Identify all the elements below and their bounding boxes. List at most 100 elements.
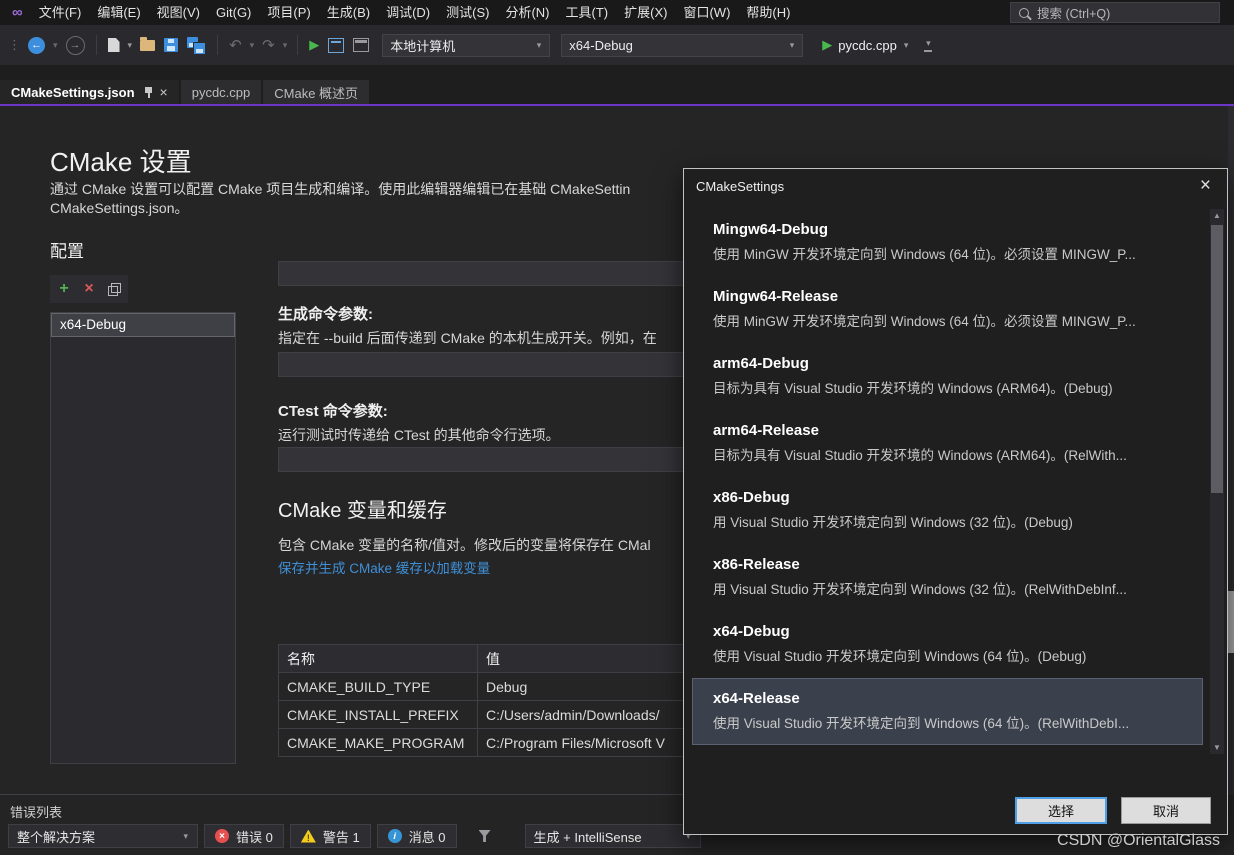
menu-project[interactable]: 项目(P) [259, 0, 318, 25]
run-icon[interactable] [307, 34, 321, 56]
ctest-args-description: 运行测试时传递给 CTest 的其他命令行选项。 [278, 427, 560, 443]
navigate-back-button[interactable] [26, 34, 47, 56]
watermark: CSDN @OrientalGlass [1057, 832, 1220, 849]
variable-name-cell[interactable]: CMAKE_INSTALL_PREFIX [278, 700, 478, 729]
menu-file[interactable]: 文件(F) [31, 0, 90, 25]
editor-scrollbar[interactable] [1228, 106, 1234, 795]
warnings-toggle-button[interactable]: 警告 1 [289, 824, 371, 848]
dialog-scrollbar-thumb[interactable] [1211, 225, 1223, 493]
close-icon[interactable] [160, 84, 168, 100]
menu-view[interactable]: 视图(V) [149, 0, 208, 25]
menu-build[interactable]: 生成(B) [319, 0, 378, 25]
toolbar-grip-icon[interactable] [8, 37, 21, 53]
config-list-item[interactable]: x64-Debug [51, 313, 235, 337]
files-button[interactable] [326, 34, 346, 56]
menu-git[interactable]: Git(G) [208, 0, 259, 25]
navigate-forward-button[interactable] [64, 34, 87, 56]
dialog-config-option-arm64-debug[interactable]: arm64-Debug 目标为具有 Visual Studio 开发环境的 Wi… [692, 343, 1203, 410]
search-box[interactable]: 搜索 (Ctrl+Q) [1010, 2, 1220, 23]
dialog-config-option-x86-debug[interactable]: x86-Debug 用 Visual Studio 开发环境定向到 Window… [692, 477, 1203, 544]
new-file-button[interactable] [106, 34, 122, 56]
toolbar-separator [297, 35, 299, 55]
messages-toggle-button[interactable]: 消息 0 [376, 824, 457, 848]
variable-name-cell[interactable]: CMAKE_MAKE_PROGRAM [278, 728, 478, 757]
menu-extensions[interactable]: 扩展(X) [616, 0, 675, 25]
menu-help[interactable]: 帮助(H) [738, 0, 798, 25]
back-icon [28, 36, 45, 54]
scroll-down-icon[interactable] [1210, 743, 1224, 752]
dialog-config-option-x86-release[interactable]: x86-Release 用 Visual Studio 开发环境定向到 Wind… [692, 544, 1203, 611]
dialog-config-option-x64-release[interactable]: x64-Release 使用 Visual Studio 开发环境定向到 Win… [692, 678, 1203, 745]
duplicate-config-button[interactable] [103, 278, 125, 300]
errors-toggle-button[interactable]: 错误 0 [204, 824, 284, 848]
config-option-description: 使用 MinGW 开发环境定向到 Windows (64 位)。必须设置 MIN… [713, 314, 1136, 329]
dialog-config-option-arm64-release[interactable]: arm64-Release 目标为具有 Visual Studio 开发环境的 … [692, 410, 1203, 477]
scope-dropdown[interactable]: 整个解决方案 [8, 824, 198, 848]
config-option-name: x64-Debug [713, 623, 790, 640]
dialog-config-option-mingw64-release[interactable]: Mingw64-Release 使用 MinGW 开发环境定向到 Windows… [692, 276, 1203, 343]
window-preview-button[interactable] [351, 34, 371, 56]
startup-item-button[interactable]: pycdc.cpp [822, 37, 909, 53]
config-option-name: x86-Debug [713, 489, 790, 506]
config-option-description: 使用 Visual Studio 开发环境定向到 Windows (64 位)。… [713, 716, 1130, 731]
menu-analyze[interactable]: 分析(N) [497, 0, 557, 25]
variable-name-cell[interactable]: CMAKE_BUILD_TYPE [278, 672, 478, 701]
open-folder-icon [140, 36, 156, 51]
editor-scrollbar-thumb[interactable] [1228, 591, 1234, 653]
redo-dropdown-caret[interactable] [282, 40, 289, 51]
undo-dropdown-caret[interactable] [249, 40, 256, 51]
tab-pycdc-cpp[interactable]: pycdc.cpp [180, 80, 262, 104]
config-option-description: 使用 Visual Studio 开发环境定向到 Windows (64 位)。… [713, 649, 1087, 664]
undo-icon[interactable] [227, 34, 244, 56]
build-config-dropdown[interactable]: x64-Debug [561, 33, 804, 57]
dialog-title: CMakeSettings [696, 178, 785, 194]
menu-edit[interactable]: 编辑(E) [89, 0, 148, 25]
search-icon [1019, 7, 1029, 18]
toolbar-separator [95, 35, 97, 55]
pin-icon[interactable] [144, 86, 153, 98]
toolbar-overflow-button[interactable] [924, 38, 932, 52]
window-icon [353, 38, 370, 52]
redo-icon[interactable] [260, 34, 277, 56]
build-args-label: 生成命令参数: [278, 306, 373, 323]
scope-dropdown-value: 整个解决方案 [17, 829, 96, 845]
filter-icon[interactable] [478, 830, 491, 842]
config-option-name: Mingw64-Debug [713, 221, 828, 238]
add-config-button[interactable] [53, 278, 75, 300]
start-debug-icon [822, 37, 832, 53]
menu-window[interactable]: 窗口(W) [675, 0, 738, 25]
save-generate-cache-link[interactable]: 保存并生成 CMake 缓存以加载变量 [278, 557, 490, 577]
build-config-value: x64-Debug [569, 37, 633, 53]
back-dropdown-caret[interactable] [52, 40, 59, 51]
cancel-button[interactable]: 取消 [1121, 797, 1211, 824]
vs-logo-icon [12, 4, 23, 21]
config-option-description: 使用 MinGW 开发环境定向到 Windows (64 位)。必须设置 MIN… [713, 247, 1136, 262]
scroll-up-icon[interactable] [1210, 211, 1224, 220]
select-button[interactable]: 选择 [1015, 797, 1107, 824]
toolbar-separator [217, 35, 219, 55]
dialog-config-option-x64-debug[interactable]: x64-Debug 使用 Visual Studio 开发环境定向到 Windo… [692, 611, 1203, 678]
menu-test[interactable]: 测试(S) [438, 0, 497, 25]
tab-label: CMake 概述页 [274, 85, 359, 101]
dialog-config-option-mingw64-debug[interactable]: Mingw64-Debug 使用 MinGW 开发环境定向到 Windows (… [692, 209, 1203, 276]
tab-cmake-overview[interactable]: CMake 概述页 [263, 80, 370, 104]
new-file-dropdown-caret[interactable] [127, 40, 134, 51]
warning-icon [300, 829, 316, 843]
open-folder-button[interactable] [138, 34, 157, 56]
save-all-icon [187, 36, 207, 55]
ctest-args-label: CTest 命令参数: [278, 403, 388, 420]
chevron-down-icon [789, 40, 796, 51]
menu-tools[interactable]: 工具(T) [558, 0, 617, 25]
save-button[interactable] [162, 34, 180, 56]
target-machine-dropdown[interactable]: 本地计算机 [382, 33, 551, 57]
dialog-scrollbar[interactable] [1210, 209, 1224, 754]
remove-config-button[interactable] [78, 278, 100, 300]
save-all-button[interactable] [185, 34, 208, 56]
config-option-name: x64-Release [713, 690, 800, 707]
build-intellisense-dropdown[interactable]: 生成 + IntelliSense [524, 824, 701, 848]
tab-cmakesettings-json[interactable]: CMakeSettings.json [0, 80, 179, 104]
menu-debug[interactable]: 调试(D) [378, 0, 438, 25]
config-option-description: 目标为具有 Visual Studio 开发环境的 Windows (ARM64… [713, 448, 1127, 463]
dialog-close-icon[interactable] [1196, 175, 1215, 197]
config-option-name: x86-Release [713, 556, 800, 573]
